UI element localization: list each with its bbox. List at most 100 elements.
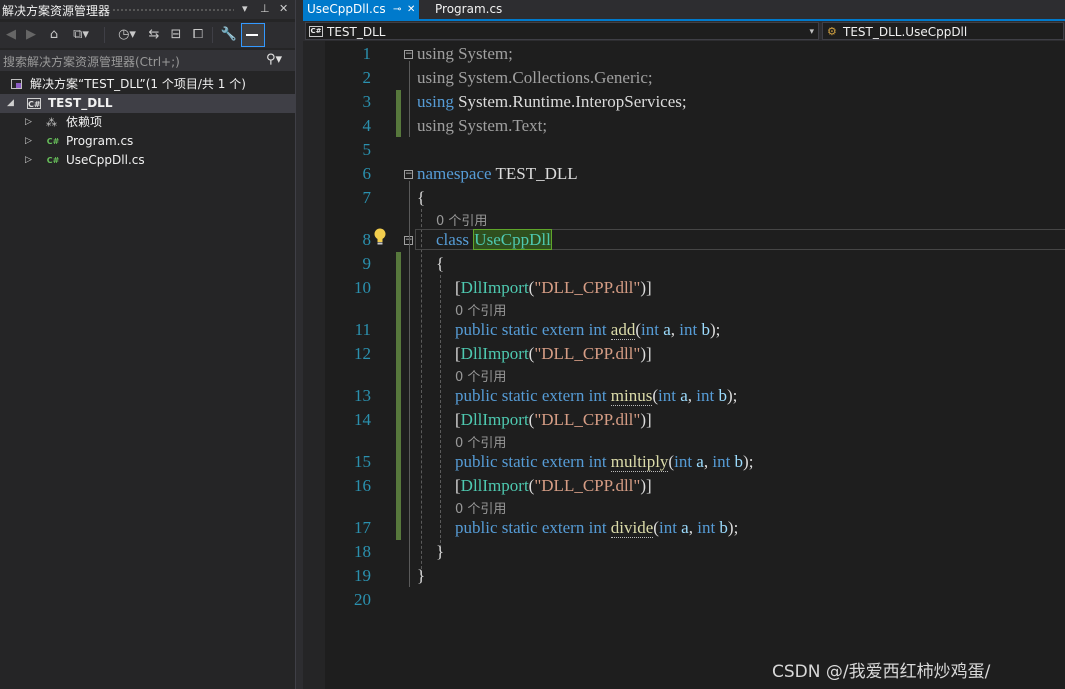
sync-icon[interactable]: ⇆ bbox=[146, 25, 162, 45]
parameter: a bbox=[696, 452, 704, 471]
expanded-arrow-icon[interactable]: ◢ bbox=[7, 94, 14, 113]
close-icon[interactable]: ✕ bbox=[279, 2, 288, 15]
line-number: 5 bbox=[362, 140, 372, 159]
line-number: 15 bbox=[354, 452, 371, 471]
line-number: 14 bbox=[354, 410, 371, 429]
switch-view-icon[interactable]: ⧉▾ bbox=[70, 25, 92, 45]
code-line: using System.Runtime.InteropServices; bbox=[417, 92, 687, 112]
collapse-all-icon[interactable]: ⊟ bbox=[168, 25, 184, 45]
pending-changes-icon[interactable]: ◷▾ bbox=[114, 25, 140, 45]
pin-tab-icon[interactable]: ⊸ bbox=[393, 0, 401, 19]
code-line: public static extern int minus(int a, in… bbox=[455, 386, 737, 406]
namespace-name: TEST_DLL bbox=[491, 164, 578, 183]
parameter: a bbox=[663, 320, 671, 339]
codelens-references[interactable]: 0 个引用 bbox=[455, 498, 506, 517]
solution-icon bbox=[11, 79, 22, 89]
collapsed-arrow-icon[interactable]: ▷ bbox=[25, 132, 32, 151]
solution-explorer-toolbar: ◀ ▶ ⌂ ⧉▾ ◷▾ ⇆ ⊟ ⧠ 🔧 bbox=[0, 22, 295, 48]
parameter: a bbox=[681, 518, 689, 537]
tree-file-label: Program.cs bbox=[66, 134, 134, 148]
forward-icon[interactable]: ▶ bbox=[24, 25, 38, 45]
keyword: public static extern int bbox=[455, 386, 607, 405]
attribute-name: DllImport bbox=[460, 344, 529, 363]
properties-wrench-icon[interactable]: 🔧 bbox=[220, 25, 238, 45]
solution-explorer-titlebar: 解决方案资源管理器 ▾ ⊥ ✕ bbox=[0, 0, 295, 19]
editor-navigation-bar: C# TEST_DLL ▾ ⚙ TEST_DLL.UseCppDll bbox=[303, 21, 1065, 41]
line-number: 11 bbox=[354, 320, 371, 339]
collapsed-arrow-icon[interactable]: ▷ bbox=[25, 113, 32, 132]
parameter: a bbox=[680, 386, 688, 405]
tree-dependencies-node[interactable]: ▷ ⁂ 依赖项 bbox=[0, 113, 295, 132]
class-name-highlighted[interactable]: UseCppDll bbox=[473, 229, 552, 250]
codelens-references[interactable]: 0 个引用 bbox=[455, 300, 506, 319]
keyword: int bbox=[641, 320, 659, 339]
line-number: 17 bbox=[354, 518, 371, 537]
punct: ); bbox=[709, 320, 721, 339]
keyword: public static extern int bbox=[455, 518, 607, 537]
punct: , bbox=[687, 386, 697, 405]
change-indicator bbox=[396, 90, 401, 137]
tab-program[interactable]: Program.cs bbox=[431, 0, 506, 19]
editor-left-margin bbox=[303, 41, 325, 689]
line-number: 2 bbox=[362, 68, 372, 87]
punct: )] bbox=[640, 476, 652, 495]
solution-explorer-panel: 解决方案资源管理器 ▾ ⊥ ✕ ◀ ▶ ⌂ ⧉▾ ◷▾ ⇆ ⊟ ⧠ 🔧 搜索解决… bbox=[0, 0, 295, 689]
codelens-references[interactable]: 0 个引用 bbox=[455, 432, 506, 451]
tree-solution-node[interactable]: 解决方案“TEST_DLL”(1 个项目/共 1 个) bbox=[0, 75, 295, 94]
code-editor[interactable]: 1 2 3 4 5 6 7 8 9 10 11 12 13 14 15 16 1… bbox=[325, 41, 1065, 689]
tree-file-program[interactable]: ▷ C# Program.cs bbox=[0, 132, 295, 151]
show-all-files-icon[interactable]: ⧠ bbox=[190, 25, 206, 45]
search-icon[interactable]: ⚲▾ bbox=[266, 52, 282, 67]
codelens-references[interactable]: 0 个引用 bbox=[455, 366, 506, 385]
tree-dependencies-label: 依赖项 bbox=[66, 115, 103, 129]
collapsed-arrow-icon[interactable]: ▷ bbox=[25, 151, 32, 170]
keyword: public static extern int bbox=[455, 452, 607, 471]
line-number: 19 bbox=[354, 566, 371, 585]
tree-file-usecppdll[interactable]: ▷ C# UseCppDll.cs bbox=[0, 151, 295, 170]
namespace-name: System.Collections.Generic; bbox=[453, 68, 653, 87]
tab-usecppdll[interactable]: UseCppDll.cs ⊸ ✕ bbox=[303, 0, 419, 19]
project-dropdown[interactable]: C# TEST_DLL ▾ bbox=[305, 22, 819, 40]
search-placeholder: 搜索解决方案资源管理器(Ctrl+;) bbox=[3, 55, 180, 69]
line-number: 20 bbox=[354, 590, 371, 609]
back-icon[interactable]: ◀ bbox=[4, 25, 18, 45]
lightbulb-icon[interactable] bbox=[373, 228, 387, 246]
codelens-references[interactable]: 0 个引用 bbox=[436, 210, 487, 229]
line-number: 7 bbox=[362, 188, 372, 207]
collapse-region-icon[interactable]: − bbox=[404, 50, 413, 59]
code-line: [DllImport("DLL_CPP.dll")] bbox=[455, 476, 652, 496]
parameter: b bbox=[719, 518, 728, 537]
brace: { bbox=[417, 188, 426, 207]
csharp-project-icon: C# bbox=[309, 26, 323, 37]
code-line: namespace TEST_DLL bbox=[417, 164, 578, 184]
solution-explorer-search[interactable]: 搜索解决方案资源管理器(Ctrl+;) ⚲▾ bbox=[0, 50, 295, 71]
indent-guide bbox=[421, 209, 422, 579]
code-line: } bbox=[417, 566, 425, 586]
toolbar-separator bbox=[212, 27, 213, 43]
panel-menu-icon[interactable]: ▾ bbox=[242, 2, 248, 15]
keyword: int bbox=[658, 386, 676, 405]
preview-selected-button[interactable] bbox=[241, 23, 265, 47]
string-literal: "DLL_CPP.dll" bbox=[534, 344, 641, 363]
indent-guide bbox=[440, 275, 441, 553]
brace: } bbox=[417, 566, 426, 585]
home-icon[interactable]: ⌂ bbox=[46, 25, 62, 45]
line-number: 6 bbox=[362, 164, 372, 183]
code-line: public static extern int add(int a, int … bbox=[455, 320, 720, 340]
pin-icon[interactable]: ⊥ bbox=[260, 2, 270, 15]
namespace-name: System.Runtime.InteropServices; bbox=[453, 92, 687, 111]
line-number: 3 bbox=[362, 92, 372, 111]
namespace-name: System; bbox=[453, 44, 513, 63]
keyword: using bbox=[417, 44, 454, 63]
tree-project-node[interactable]: ◢ C# TEST_DLL bbox=[0, 94, 295, 113]
line-number: 13 bbox=[354, 386, 371, 405]
punct: )] bbox=[640, 344, 652, 363]
method-name: minus bbox=[610, 386, 653, 406]
brace: { bbox=[436, 254, 445, 273]
collapse-region-icon[interactable]: − bbox=[404, 170, 413, 179]
type-dropdown[interactable]: ⚙ TEST_DLL.UseCppDll bbox=[822, 22, 1064, 40]
close-tab-icon[interactable]: ✕ bbox=[407, 0, 415, 19]
keyword: public static extern int bbox=[455, 320, 607, 339]
punct: , bbox=[670, 320, 680, 339]
code-line: public static extern int multiply(int a,… bbox=[455, 452, 753, 472]
